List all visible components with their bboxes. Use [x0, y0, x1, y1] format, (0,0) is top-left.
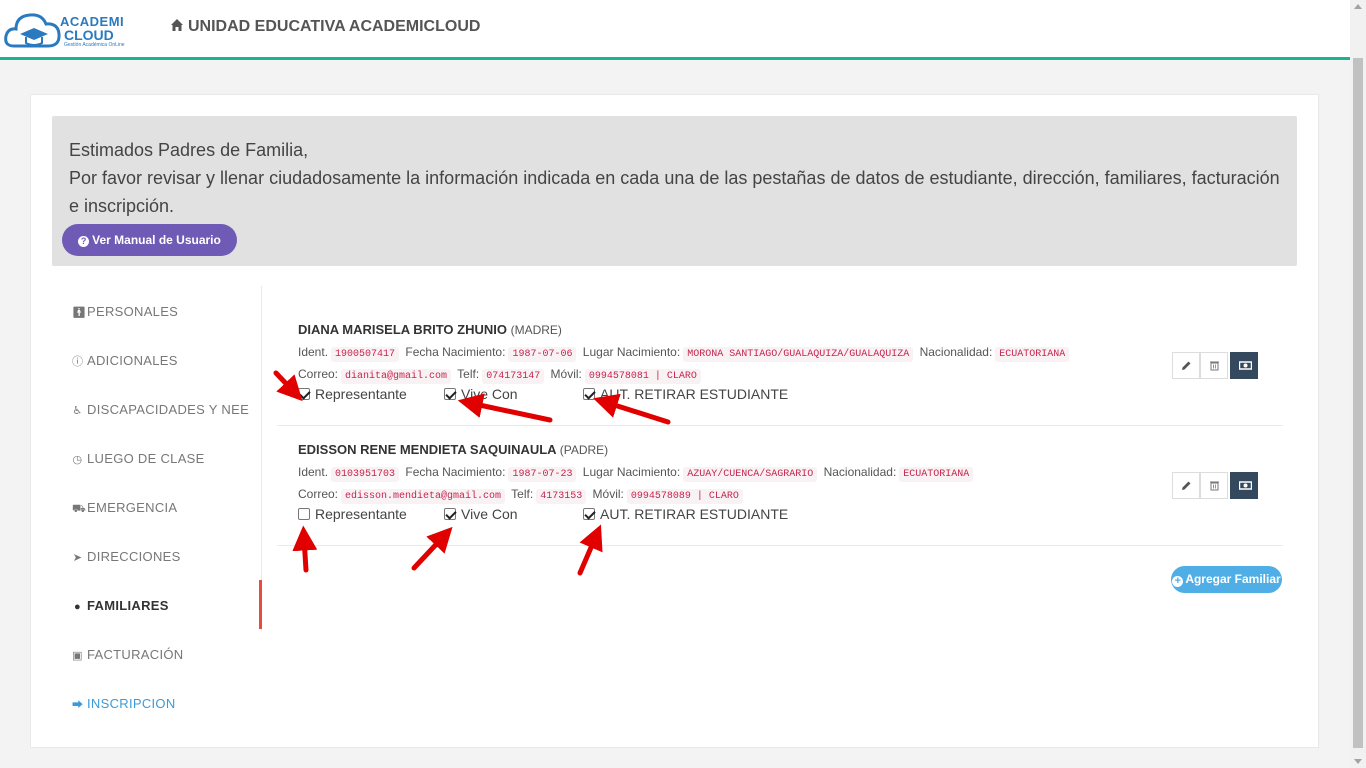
- annotation-arrows: [273, 370, 671, 576]
- annotation-arrow-icon: [593, 393, 671, 425]
- annotation-arrow-icon: [292, 525, 318, 573]
- annotation-arrow-icon: [273, 370, 303, 402]
- annotation-arrow-icon: [457, 393, 553, 423]
- annotation-arrow-icon: [411, 526, 453, 571]
- annotation-arrow-icon: [577, 524, 603, 576]
